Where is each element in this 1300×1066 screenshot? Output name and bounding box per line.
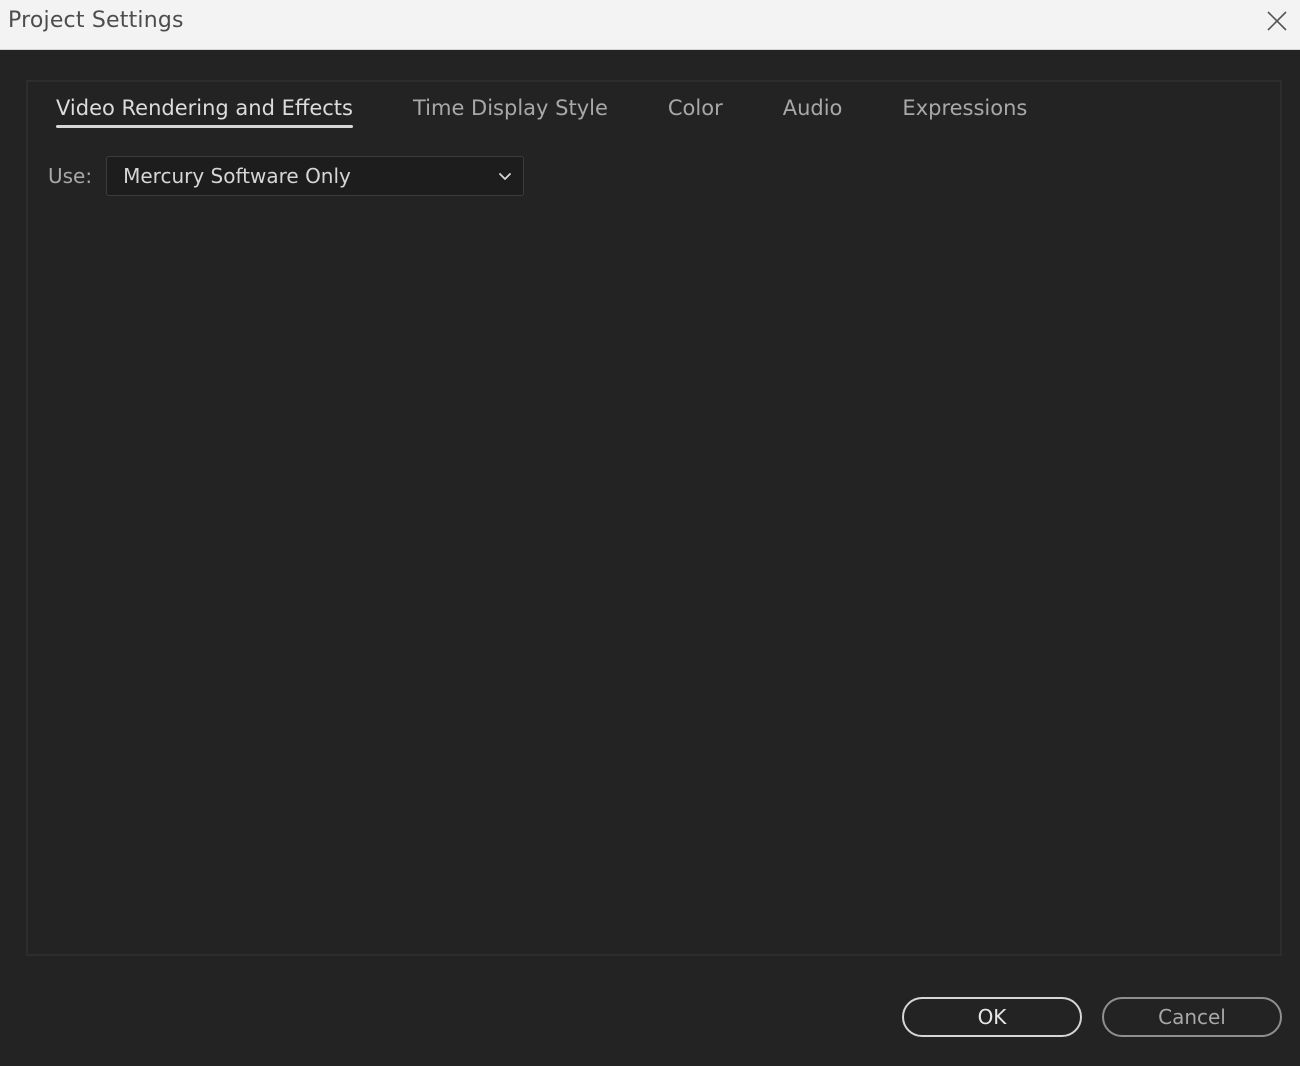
ok-button[interactable]: OK: [902, 997, 1082, 1037]
chevron-down-icon: [499, 173, 512, 180]
project-settings-dialog: Project Settings Video Rendering and Eff…: [0, 0, 1300, 1066]
title-bar: Project Settings: [0, 0, 1300, 50]
renderer-row: Use: Mercury Software Only: [48, 156, 525, 196]
settings-panel: Video Rendering and Effects Time Display…: [26, 80, 1282, 956]
tab-video-rendering-and-effects[interactable]: Video Rendering and Effects: [56, 96, 353, 128]
renderer-label: Use:: [48, 164, 93, 188]
renderer-selected-value: Mercury Software Only: [123, 164, 351, 188]
tab-color[interactable]: Color: [668, 96, 723, 126]
tab-bar: Video Rendering and Effects Time Display…: [56, 96, 1087, 136]
tab-audio[interactable]: Audio: [783, 96, 843, 126]
renderer-select[interactable]: Mercury Software Only: [106, 156, 525, 196]
tab-expressions[interactable]: Expressions: [902, 96, 1027, 126]
cancel-button[interactable]: Cancel: [1102, 997, 1282, 1037]
window-title: Project Settings: [8, 8, 184, 33]
close-icon: [1267, 11, 1287, 31]
tab-time-display-style[interactable]: Time Display Style: [413, 96, 608, 126]
close-button[interactable]: [1262, 6, 1292, 36]
